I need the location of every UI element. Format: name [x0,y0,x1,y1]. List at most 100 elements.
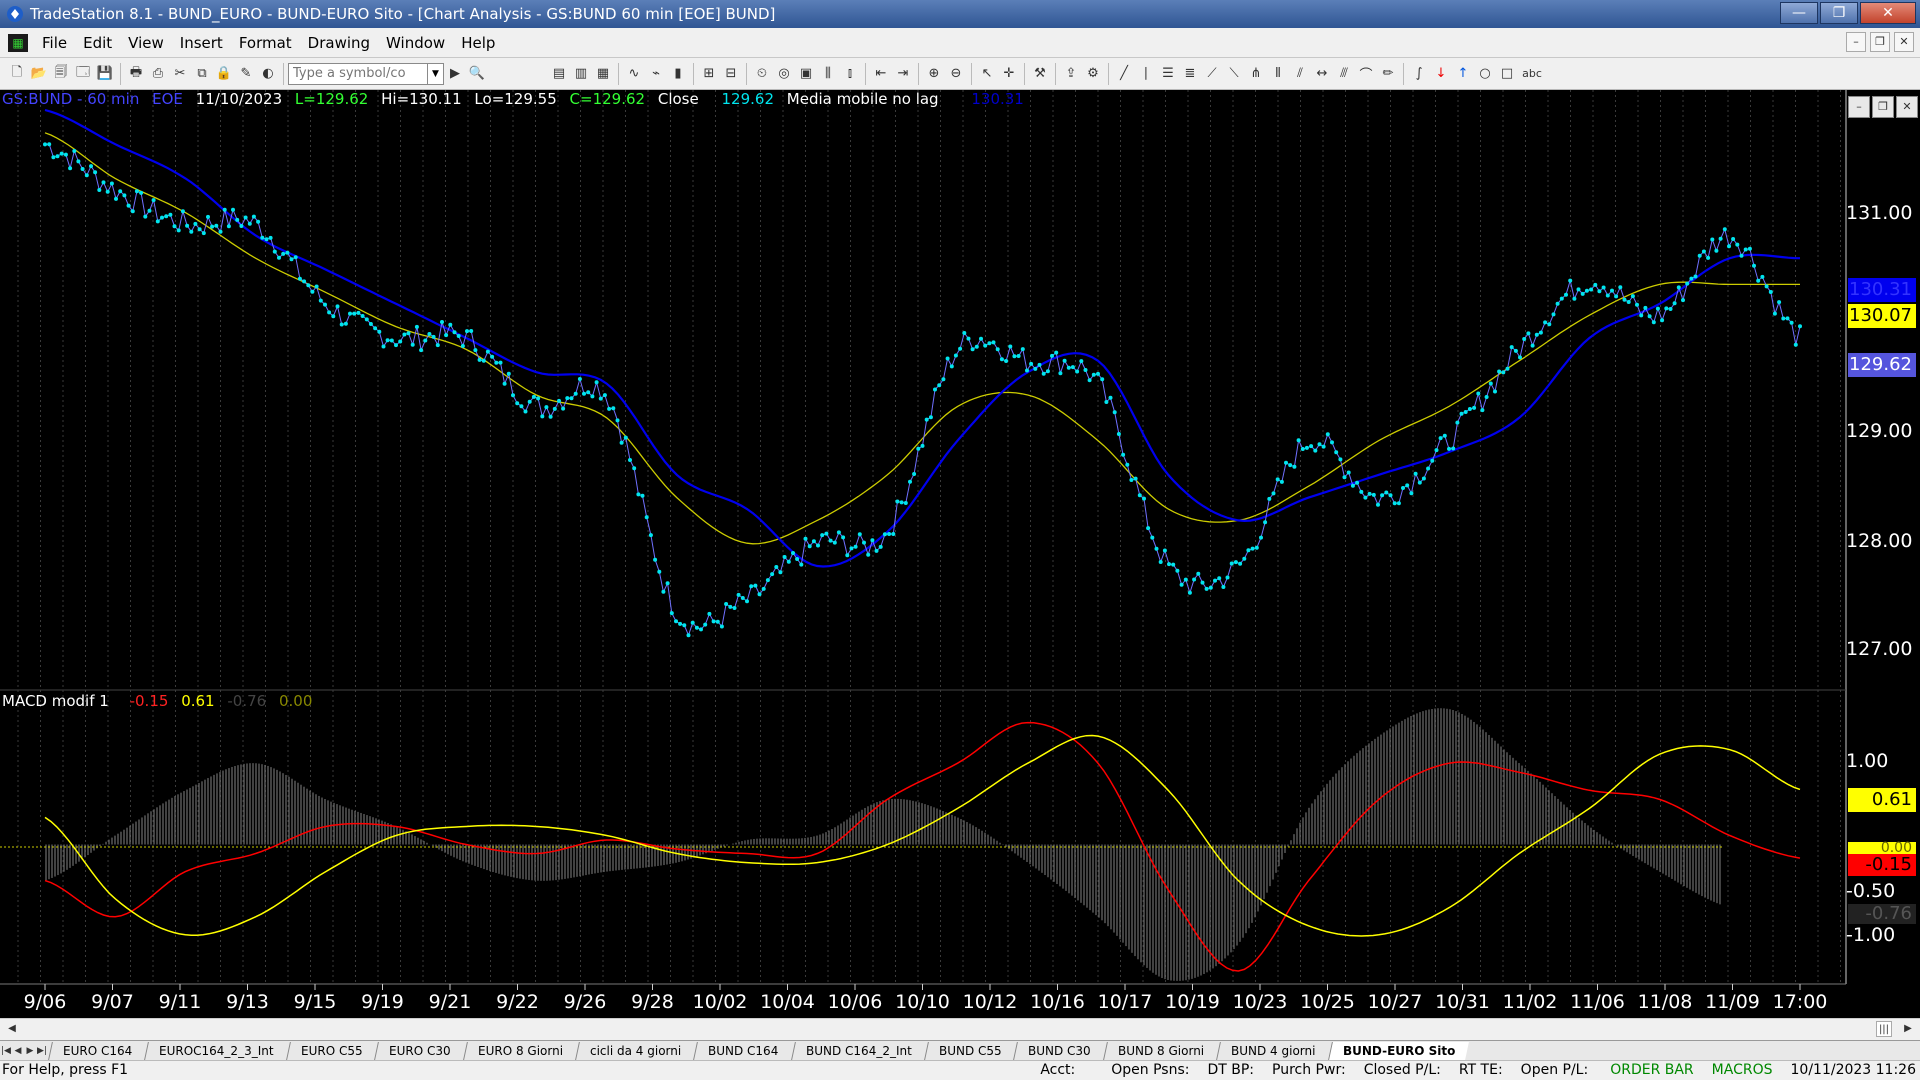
menu-window[interactable]: Window [378,34,453,52]
tab-euroc164-2-3-int[interactable]: EUROC164_2_3_Int [144,1041,288,1060]
andrews-pitchfork-icon[interactable]: ⋔ [1246,64,1266,84]
bars-icon[interactable]: ⫼ [818,64,838,84]
arc-icon[interactable]: ⌒ [1356,64,1376,84]
tab-euro-c30[interactable]: EURO C30 [374,1041,465,1060]
play-arrow-icon[interactable]: ▶ [445,64,465,84]
print-preview-icon[interactable]: ⎙ [148,64,168,84]
new-window-icon[interactable]: 🗔 [73,64,93,84]
tab-bund-4-giorni[interactable]: BUND 4 giorni [1216,1041,1330,1060]
text-tool-icon[interactable]: abc [1519,64,1545,84]
settings-icon[interactable]: ⚙ [1083,64,1103,84]
zoom-in-icon[interactable]: ⊕ [924,64,944,84]
chart-canvas[interactable]: 9/06 9/07 9/11 9/13 9/15 9/19 9/21 9/22 9/26 9/28… [0,90,1920,1018]
data-window-icon[interactable]: ▥ [571,64,591,84]
regression-icon[interactable]: ⫽ [1290,64,1310,84]
tab-next-icon[interactable]: ▶ [24,1046,36,1056]
new-file-icon[interactable]: 🗋 [7,64,27,84]
arrow-down-icon[interactable]: ↓ [1431,64,1451,84]
symbol-lookup-icon[interactable]: 🔍 [467,64,487,84]
menu-drawing[interactable]: Drawing [300,34,378,52]
chart-icon[interactable]: ▣ [796,64,816,84]
zoom-out-icon[interactable]: ⊖ [946,64,966,84]
tab-bund-8-giorni[interactable]: BUND 8 Giorni [1102,1041,1218,1060]
color-icon[interactable]: ◐ [258,64,278,84]
grid-icon[interactable]: ▦ [593,64,613,84]
mdi-restore-icon[interactable]: ❐ [1870,32,1890,52]
tab-cicli-da-4-giorni[interactable]: cicli da 4 giorni [575,1041,696,1060]
trendline-icon[interactable]: ╱ [1114,64,1134,84]
chart-style-icon[interactable]: ▤ [549,64,569,84]
gann-fan-icon[interactable]: ⟋ [1202,64,1222,84]
chart-close-icon[interactable]: ✕ [1896,96,1918,118]
chart-window-icon[interactable]: ▦ [8,33,28,52]
tab-bund-c164[interactable]: BUND C164 [693,1041,793,1060]
tab-bund-c30[interactable]: BUND C30 [1013,1041,1105,1060]
vertical-lines-icon[interactable]: ∣ [1136,64,1156,84]
pointer-icon[interactable]: ↖ [977,64,997,84]
tab-euro-8-giorni[interactable]: EURO 8 Giorni [463,1041,578,1060]
timer-icon[interactable]: ⏲ [752,64,772,84]
scroll-left-arrow-icon[interactable]: ◀ [4,1021,20,1037]
tab-euro-c55[interactable]: EURO C55 [285,1041,377,1060]
bar-spacing-icon[interactable]: ⫾ [840,64,860,84]
horizontal-lines-icon[interactable]: ☰ [1158,64,1178,84]
menu-help[interactable]: Help [453,34,503,52]
print-icon[interactable]: 🖶 [126,64,146,84]
indicator-icon[interactable]: ∿ [624,64,644,84]
tab-bund-euro-sito[interactable]: BUND-EURO Sito [1327,1041,1469,1060]
chart-minimize-icon[interactable]: – [1848,96,1870,118]
scroll-right-icon[interactable]: ⇥ [893,64,913,84]
scroll-left-icon[interactable]: ⇤ [871,64,891,84]
menu-file[interactable]: File [34,34,75,52]
speed-lines-icon[interactable]: ⟍ [1224,64,1244,84]
order-bar-indicator[interactable]: ORDER BAR [1610,1062,1693,1078]
fib-time-icon[interactable]: ⦀ [1268,64,1288,84]
tab-bund-c164-2-int[interactable]: BUND C164_2_Int [790,1041,926,1060]
open-folder-icon[interactable]: 📂 [29,64,49,84]
ellipse-icon[interactable]: ○ [1475,64,1495,84]
scroll-thumb[interactable]: ||| [1876,1021,1892,1037]
channel-icon[interactable]: ⫻ [1334,64,1354,84]
macros-indicator[interactable]: MACROS [1712,1062,1773,1078]
insert-analysis-icon[interactable]: ⊞ [699,64,719,84]
bar-chart-icon[interactable]: ▮ [668,64,688,84]
crosshair-icon[interactable]: ✛ [999,64,1019,84]
tab-last-icon[interactable]: ▶| [36,1046,48,1056]
tab-bund-c55[interactable]: BUND C55 [923,1041,1016,1060]
minimize-button[interactable]: — [1780,2,1818,24]
chart-restore-icon[interactable]: ❐ [1872,96,1894,118]
horizontal-arrow-icon[interactable]: ↔ [1312,64,1332,84]
menu-insert[interactable]: Insert [172,34,231,52]
strategy-icon[interactable]: ⌁ [646,64,666,84]
tab-first-icon[interactable]: |◀ [0,1046,12,1056]
mdi-close-icon[interactable]: ✕ [1894,32,1914,52]
menu-edit[interactable]: Edit [75,34,120,52]
menu-format[interactable]: Format [231,34,300,52]
maximize-button[interactable]: ❐ [1820,2,1858,24]
radar-icon[interactable]: ◎ [774,64,794,84]
horizontal-scrollbar[interactable]: ◀ ||| ▶ [0,1018,1920,1040]
chart-analysis-window[interactable]: 9/06 9/07 9/11 9/13 9/15 9/19 9/21 9/22 9/26 9/28… [0,90,1920,1018]
arrow-up-icon[interactable]: ↑ [1453,64,1473,84]
symbol-input[interactable] [288,62,428,85]
cut-icon[interactable]: ✂ [170,64,190,84]
mdi-minimize-icon[interactable]: – [1846,32,1866,52]
rectangle-icon[interactable]: □ [1497,64,1517,84]
format-icon[interactable]: ✎ [236,64,256,84]
freehand-icon[interactable]: ∫ [1409,64,1429,84]
tools-icon[interactable]: ⚒ [1030,64,1050,84]
copy-icon[interactable]: ⧉ [192,64,212,84]
fibonacci-icon[interactable]: ≣ [1180,64,1200,84]
lock-icon[interactable]: 🔒 [214,64,234,84]
save-icon[interactable]: 💾 [95,64,115,84]
export-icon[interactable]: ⇪ [1061,64,1081,84]
scroll-right-arrow-icon[interactable]: ▶ [1900,1021,1916,1037]
close-button[interactable]: ✕ [1860,2,1916,24]
tab-euro-c164[interactable]: EURO C164 [48,1041,147,1060]
chevron-down-icon[interactable]: ▼ [428,62,444,85]
pencil-icon[interactable]: ✏ [1378,64,1398,84]
menu-view[interactable]: View [120,34,172,52]
tab-prev-icon[interactable]: ◀ [12,1046,24,1056]
format-analysis-icon[interactable]: ⊟ [721,64,741,84]
open-workspace-icon[interactable]: 🗐 [51,64,71,84]
